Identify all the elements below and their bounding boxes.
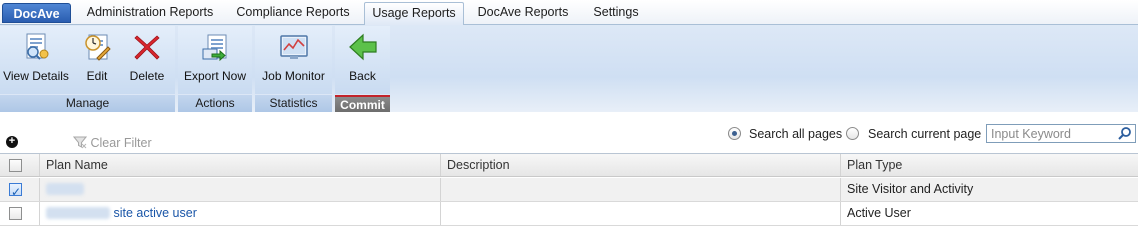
redacted-text <box>46 183 84 195</box>
delete-label: Delete <box>129 69 165 83</box>
export-now-button[interactable]: Export Now <box>180 29 250 91</box>
column-header-description[interactable]: Description <box>441 154 841 176</box>
plan-type-cell: Active User <box>847 206 911 220</box>
plan-name-cell: site active user <box>40 202 441 225</box>
back-button[interactable]: Back <box>337 29 388 91</box>
ribbon-group-manage-label: Manage <box>0 95 175 112</box>
job-monitor-label: Job Monitor <box>262 69 325 83</box>
ribbon-group-manage: View Details Edit Delete Manage <box>0 26 175 112</box>
job-monitor-icon <box>279 35 308 59</box>
description-cell <box>441 202 841 225</box>
plan-type-cell: Site Visitor and Activity <box>847 182 974 196</box>
delete-button[interactable]: Delete <box>124 29 170 91</box>
edit-icon <box>85 34 111 61</box>
row-checkbox[interactable] <box>9 207 22 220</box>
ribbon: View Details Edit Delete Manage Export N… <box>0 25 1138 112</box>
tab-usage-reports[interactable]: Usage Reports <box>364 2 464 26</box>
redacted-text <box>46 207 110 219</box>
table-row[interactable]: Site Visitor and Activity <box>0 178 1138 202</box>
description-cell <box>441 178 841 201</box>
plans-grid: Plan Name Description Plan Type Site Vis… <box>0 153 1138 251</box>
export-icon <box>202 34 227 62</box>
plan-name-cell <box>40 178 441 201</box>
ribbon-group-commit: Back Commit <box>335 26 390 112</box>
search-all-pages-label: Search all pages <box>749 127 843 141</box>
search-icon[interactable] <box>1117 126 1132 141</box>
edit-label: Edit <box>86 69 108 83</box>
tab-docave-reports[interactable]: DocAve Reports <box>468 2 578 25</box>
ribbon-group-statistics: Job Monitor Statistics <box>255 26 332 112</box>
tab-settings[interactable]: Settings <box>585 2 647 25</box>
search-input[interactable] <box>987 125 1115 142</box>
table-row[interactable]: site active user Active User <box>0 202 1138 226</box>
back-label: Back <box>349 69 376 83</box>
column-header-plan-type[interactable]: Plan Type <box>841 154 1138 176</box>
view-details-label: View Details <box>3 69 69 83</box>
job-monitor-button[interactable]: Job Monitor <box>257 29 330 91</box>
ribbon-group-actions: Export Now Actions <box>178 26 252 112</box>
search-current-page-label: Search current page <box>868 127 982 141</box>
plan-name-link[interactable]: site active user <box>113 206 196 220</box>
tab-docave[interactable]: DocAve <box>2 3 71 23</box>
top-tab-bar: DocAve Administration Reports Compliance… <box>0 0 1138 26</box>
row-checkbox[interactable] <box>9 181 22 201</box>
search-current-page-radio[interactable] <box>846 127 859 140</box>
edit-button[interactable]: Edit <box>76 29 118 91</box>
ribbon-group-statistics-label: Statistics <box>255 95 332 112</box>
ribbon-group-commit-label: Commit <box>335 95 390 112</box>
back-arrow-icon <box>348 33 377 61</box>
export-now-label: Export Now <box>183 69 247 83</box>
add-column-icon[interactable]: + <box>6 136 18 148</box>
search-all-pages-radio[interactable] <box>728 127 741 140</box>
view-details-icon <box>26 33 49 60</box>
delete-x-icon <box>134 35 160 60</box>
search-box <box>986 124 1136 143</box>
select-all-checkbox[interactable] <box>9 159 22 172</box>
column-header-plan-name[interactable]: Plan Name <box>40 154 441 176</box>
funnel-icon <box>73 136 87 149</box>
tab-compliance-reports[interactable]: Compliance Reports <box>229 2 357 25</box>
grid-header-row: Plan Name Description Plan Type <box>0 154 1138 177</box>
ribbon-group-actions-label: Actions <box>178 95 252 112</box>
view-details-button[interactable]: View Details <box>2 29 70 91</box>
clear-filter-button[interactable]: Clear Filter <box>73 135 152 150</box>
tab-administration-reports[interactable]: Administration Reports <box>76 2 224 25</box>
clear-filter-label: Clear Filter <box>90 136 152 150</box>
